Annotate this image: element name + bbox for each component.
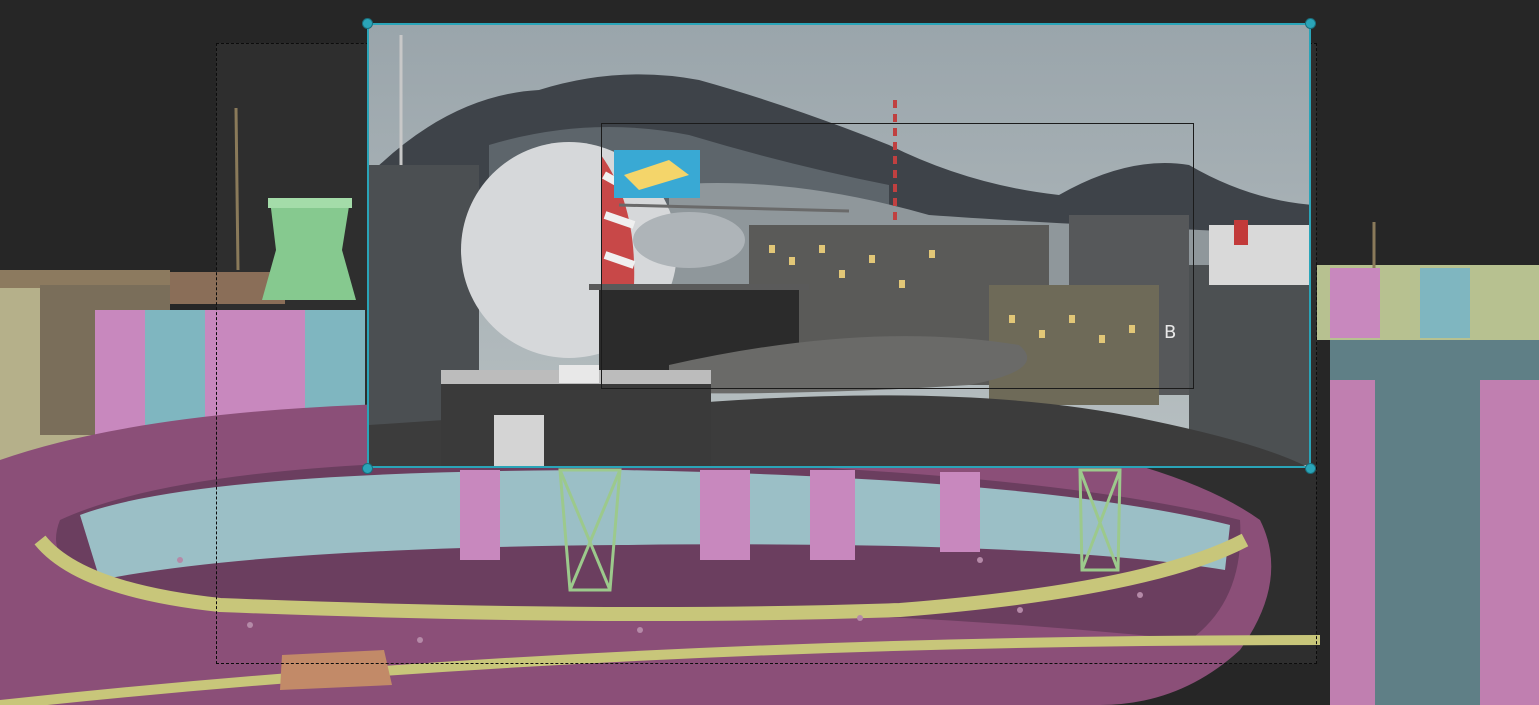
right-buildings bbox=[1317, 222, 1539, 705]
resize-handle-bottom-left[interactable] bbox=[362, 463, 373, 474]
resize-handle-top-right[interactable] bbox=[1305, 18, 1316, 29]
resize-handle-top-left[interactable] bbox=[362, 18, 373, 29]
3d-viewport[interactable]: B bbox=[0, 0, 1539, 705]
building-label: B bbox=[1164, 322, 1177, 343]
resize-handle-bottom-right[interactable] bbox=[1305, 463, 1316, 474]
reference-plate-frame[interactable] bbox=[601, 123, 1194, 389]
